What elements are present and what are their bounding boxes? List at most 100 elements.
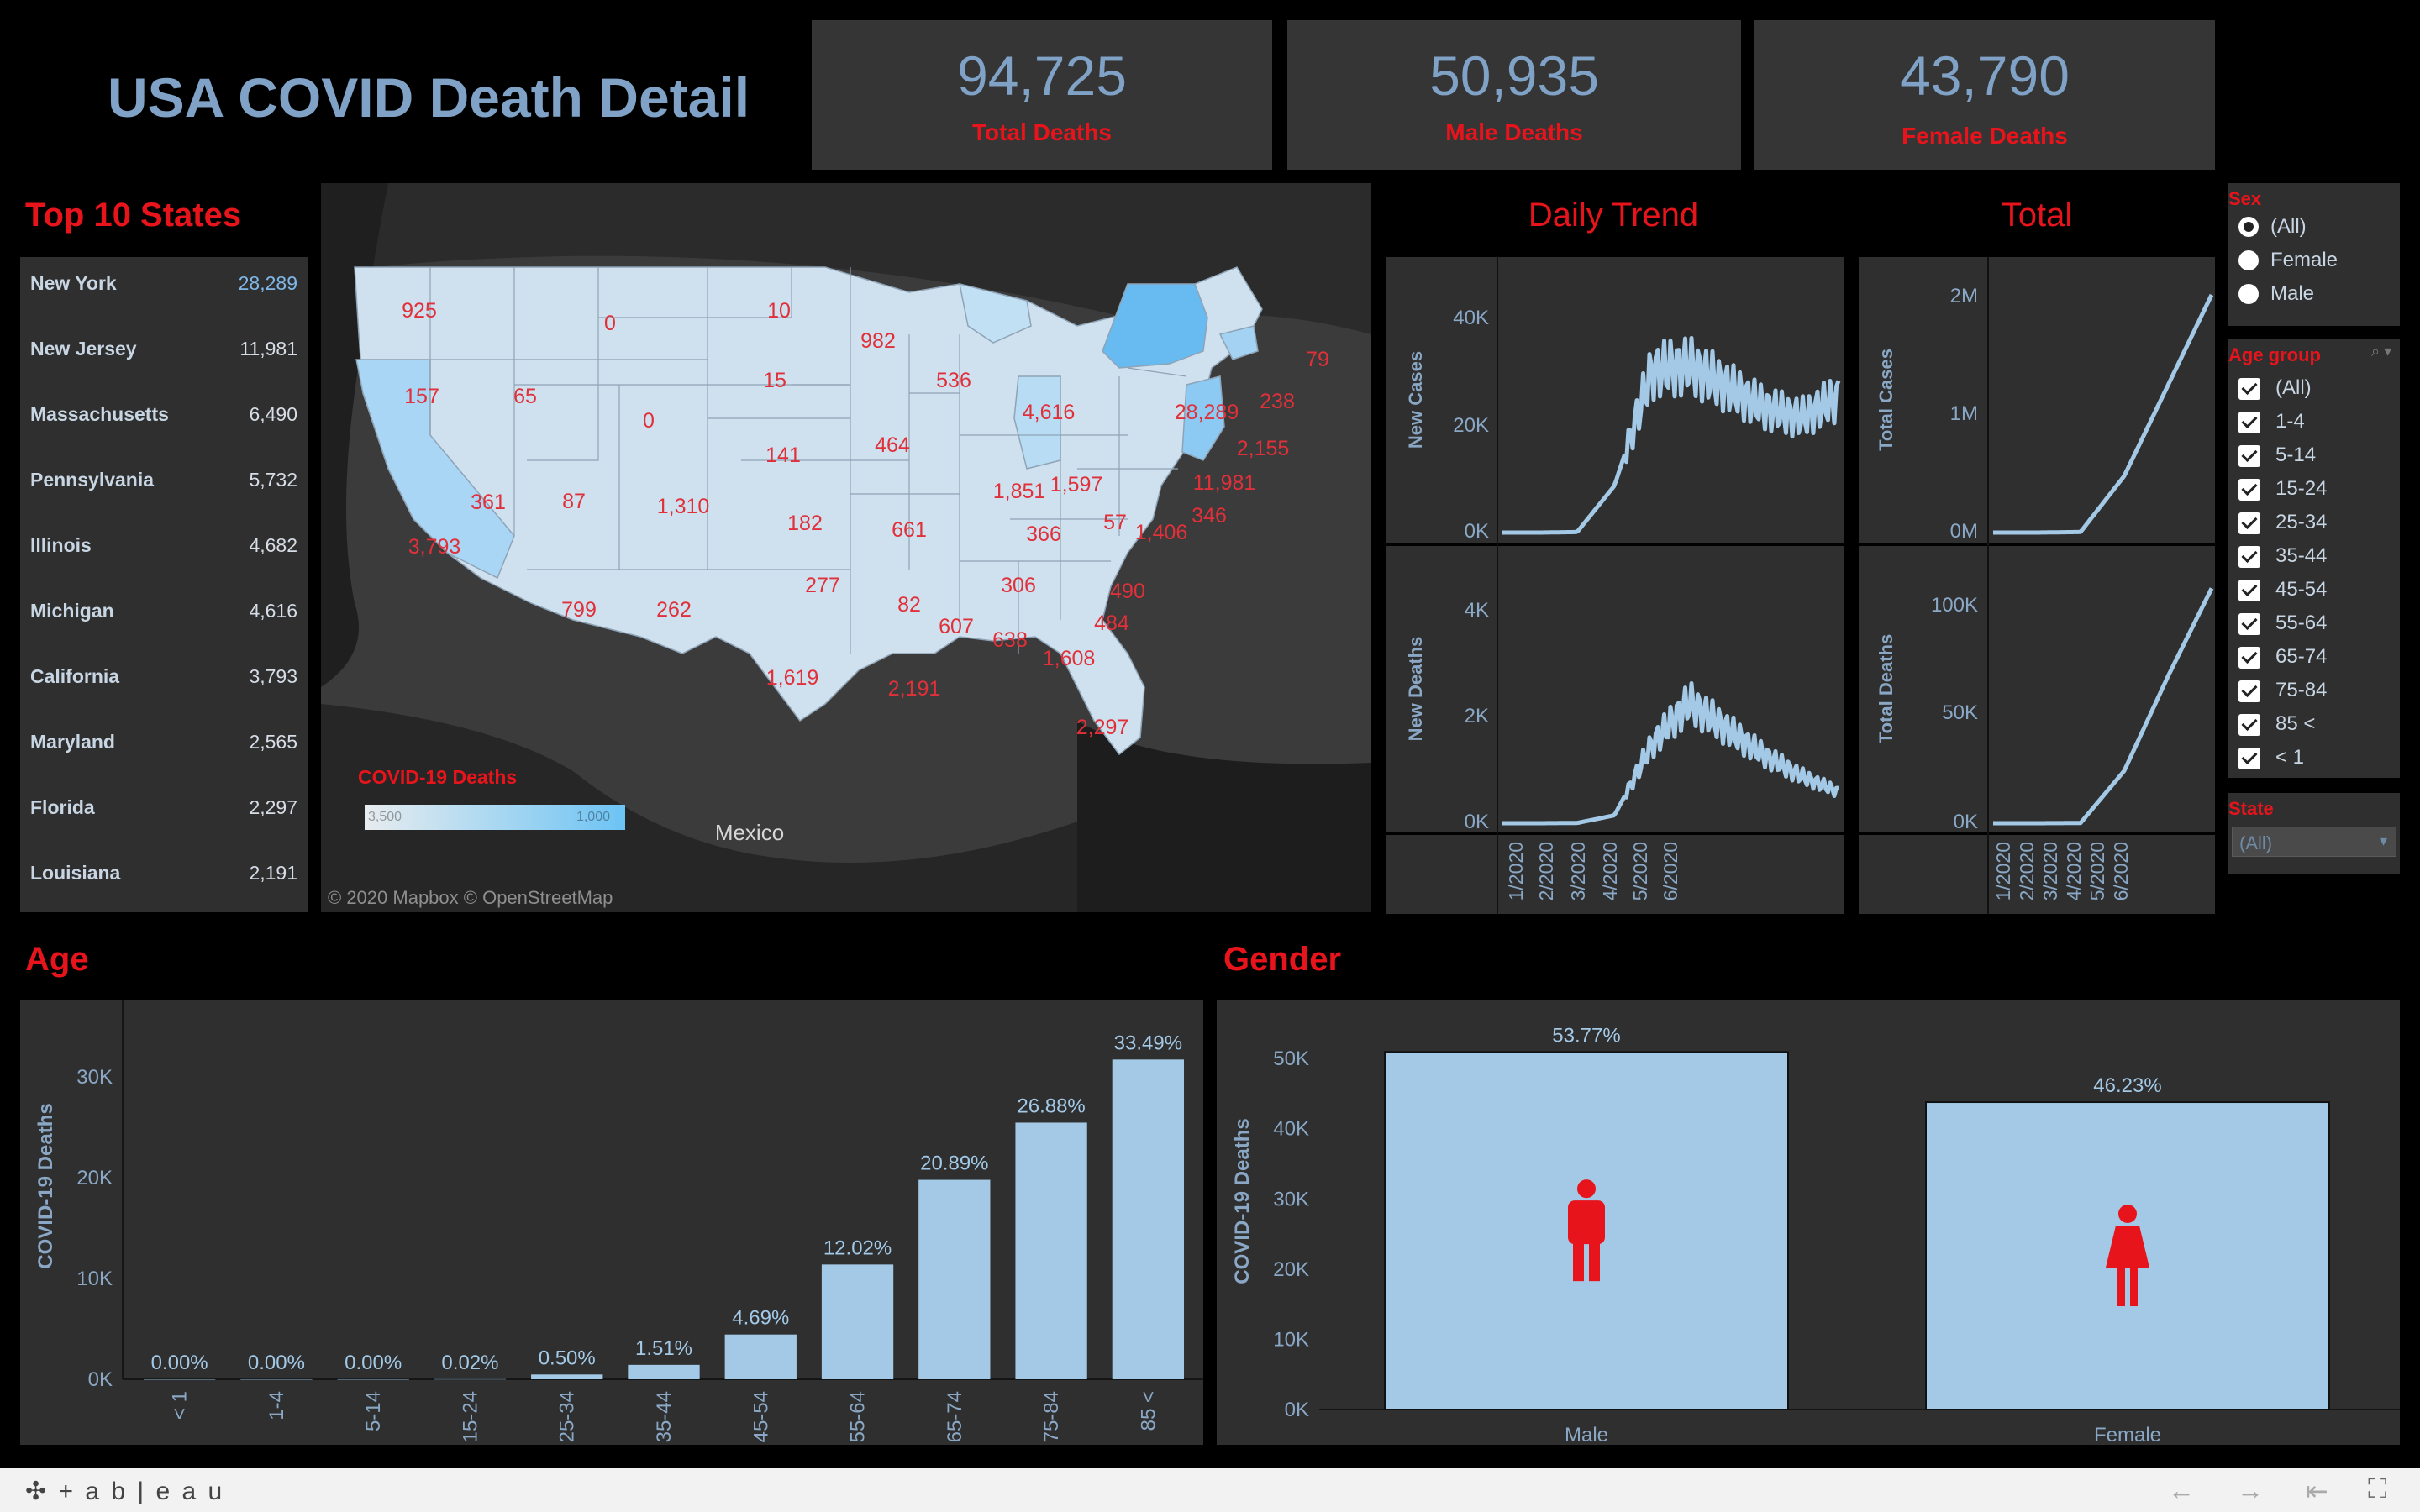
age-bar[interactable] [1112, 1059, 1185, 1379]
map-label: 484 [1094, 612, 1129, 635]
list-item[interactable]: New Jersey 11,981 [30, 333, 297, 366]
x-tick: 2/2020 [1535, 842, 1557, 900]
checkbox-checked-icon[interactable] [2238, 613, 2260, 635]
bar-data-label: 0.00% [345, 1352, 402, 1374]
state-value: 5,732 [249, 469, 297, 491]
kpi-value: 43,790 [1900, 45, 2070, 107]
checkbox-checked-icon[interactable] [2238, 546, 2260, 568]
state-value: 2,191 [249, 862, 297, 884]
checkbox-checked-icon[interactable] [2238, 647, 2260, 669]
age-group-filter[interactable]: Age group ⌕ ▾ (All) 1-4 5-14 15-24 25-34… [2228, 339, 2400, 778]
list-item[interactable]: Illinois 4,682 [30, 529, 297, 563]
tableau-logo[interactable]: ✣ + a b | e a u [25, 1477, 224, 1506]
checkbox-checked-icon[interactable] [2238, 714, 2260, 736]
map-label: 141 [765, 444, 801, 467]
map-label: 0 [604, 312, 616, 335]
us-map[interactable]: 925 0 10 982 157 65 0 15 536 4,616 28,28… [321, 183, 1371, 912]
bar-data-label: 53.77% [1552, 1024, 1620, 1047]
state-value: 6,490 [249, 403, 297, 425]
map-label: 925 [402, 299, 437, 323]
option-label: 45-54 [2275, 578, 2328, 601]
state-dropdown[interactable]: (All) ▾ [2232, 827, 2396, 857]
x-tick: 6/2020 [1660, 842, 1681, 900]
age-bar[interactable] [918, 1179, 991, 1379]
list-item[interactable]: Louisiana 2,191 [30, 857, 297, 890]
map-label: 87 [562, 490, 586, 513]
age-bar[interactable] [434, 1378, 507, 1380]
bar-data-label: 0.00% [248, 1352, 305, 1374]
sex-filter-label: Sex [2228, 188, 2262, 209]
checkbox-checked-icon[interactable] [2238, 512, 2260, 534]
bar-data-label: 26.88% [1017, 1095, 1085, 1117]
x-tick: Male [1565, 1424, 1608, 1445]
state-filter[interactable]: State (All) ▾ [2228, 793, 2400, 874]
undo-icon[interactable]: ← [2168, 1475, 2195, 1506]
list-item[interactable]: New York 28,289 [30, 267, 297, 301]
map-label: 638 [992, 628, 1028, 652]
x-tick: 35-44 [653, 1391, 676, 1442]
state-name: Maryland [30, 731, 115, 753]
checkbox-checked-icon[interactable] [2238, 378, 2260, 400]
list-item[interactable]: Massachusetts 6,490 [30, 398, 297, 432]
state-name: Louisiana [30, 862, 121, 884]
kpi-value: 94,725 [957, 45, 1127, 107]
option-label: 5-14 [2275, 444, 2317, 466]
age-bar[interactable] [531, 1374, 603, 1379]
filter-menu-icon[interactable]: ⌕ ▾ [2371, 343, 2391, 360]
fullscreen-icon[interactable]: ⛶ [2368, 1473, 2386, 1505]
y-tick: 30K [1273, 1188, 1309, 1210]
chevron-down-icon: ▾ [2379, 832, 2387, 849]
option-label: 55-64 [2275, 612, 2328, 634]
checkbox-checked-icon[interactable] [2238, 479, 2260, 501]
y-tick: 2M [1950, 285, 1978, 307]
top-states-list[interactable]: New York 28,289 New Jersey 11,981 Massachu… [20, 257, 308, 912]
map-label: 11,981 [1193, 471, 1256, 495]
state-name: California [30, 665, 120, 687]
kpi-total-deaths: 94,725 Total Deaths [812, 20, 1272, 170]
x-tick: 3/2020 [2039, 842, 2061, 900]
age-bar[interactable] [240, 1378, 313, 1380]
legend-min: 3,500 [368, 810, 402, 824]
checkbox-checked-icon[interactable] [2238, 445, 2260, 467]
map-svg: 925 0 10 982 157 65 0 15 536 4,616 28,28… [321, 183, 1371, 912]
state-name: Illinois [30, 534, 92, 556]
checkbox-checked-icon[interactable] [2238, 748, 2260, 769]
list-item[interactable]: California 3,793 [30, 660, 297, 694]
gender-chart[interactable]: COVID-19 Deaths 0K 10K 20K 30K 40K 50K 53.77%… [1217, 1000, 2400, 1445]
list-item[interactable]: Florida 2,297 [30, 791, 297, 825]
trend-charts[interactable]: 40K 20K 0K 4K 2K 0K 2M 1M 0M 100K 50K 0K… [1385, 255, 2217, 914]
checkbox-checked-icon[interactable] [2238, 412, 2260, 433]
state-name: Florida [30, 796, 95, 818]
map-attribution: © 2020 Mapbox © OpenStreetMap [328, 887, 613, 908]
x-tick: 85 < [1137, 1391, 1160, 1431]
bar-data-label: 46.23% [2093, 1074, 2161, 1097]
age-bar[interactable] [724, 1334, 797, 1379]
radio-icon[interactable] [2238, 284, 2259, 304]
sex-filter[interactable]: Sex (All) Female Male [2228, 183, 2400, 326]
age-chart[interactable]: COVID-19 Deaths 0K 10K 20K 30K 0.00% 0.00% 0.… [20, 1000, 1203, 1445]
map-legend-gradient: 3,500 1,000 [365, 805, 625, 830]
radio-icon[interactable] [2238, 250, 2259, 270]
state-name: New York [30, 272, 117, 294]
map-label: 57 [1103, 511, 1127, 534]
list-item[interactable]: Maryland 2,565 [30, 726, 297, 759]
map-label: 361 [471, 491, 506, 514]
map-label: 982 [860, 329, 896, 353]
kpi-label: Male Deaths [1445, 119, 1583, 145]
state-value: 2,297 [249, 796, 297, 818]
state-name: Michigan [30, 600, 114, 622]
list-item[interactable]: Michigan 4,616 [30, 595, 297, 628]
map-label: 262 [656, 598, 692, 622]
age-bar[interactable] [628, 1364, 700, 1379]
age-bar[interactable] [821, 1264, 894, 1379]
checkbox-checked-icon[interactable] [2238, 680, 2260, 702]
radio-selected-icon[interactable] [2238, 217, 2259, 237]
age-bar[interactable] [1015, 1122, 1087, 1379]
age-bar[interactable] [143, 1378, 216, 1380]
age-bar[interactable] [337, 1378, 409, 1380]
list-item[interactable]: Pennsylvania 5,732 [30, 464, 297, 497]
redo-icon[interactable]: → [2237, 1475, 2264, 1506]
y-tick: 0K [88, 1368, 113, 1391]
revert-icon[interactable]: ⇤ [2306, 1475, 2328, 1507]
checkbox-checked-icon[interactable] [2238, 580, 2260, 601]
